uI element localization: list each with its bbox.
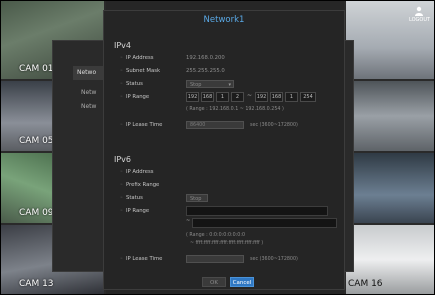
nvr-live-screen: CAM 01 CAM 05 CAM 09 CAM 13 CAM 16 Netwo…: [0, 0, 435, 295]
screen-frame: [0, 0, 435, 295]
